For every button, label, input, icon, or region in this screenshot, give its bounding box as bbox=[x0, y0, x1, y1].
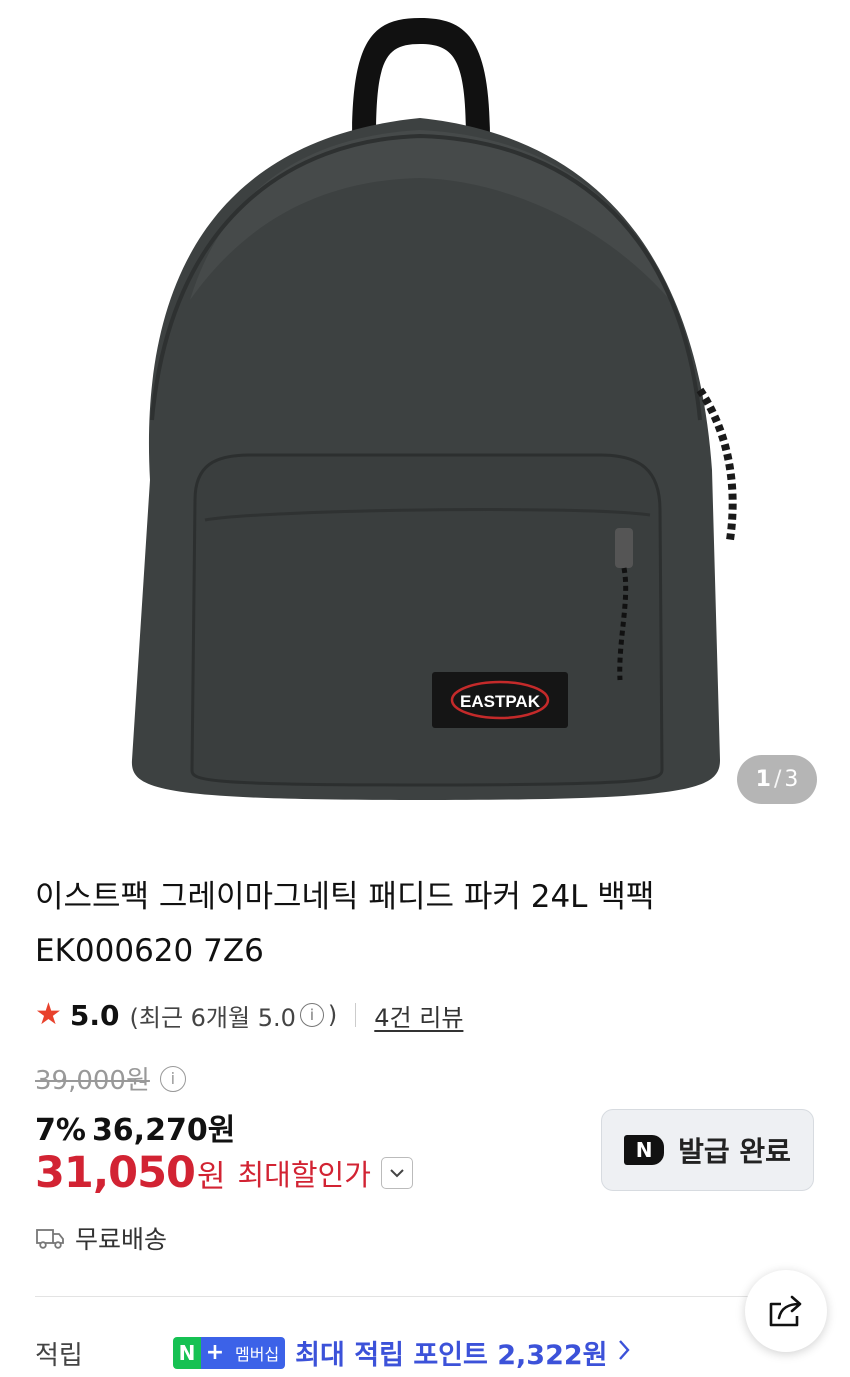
pager-total: 3 bbox=[784, 767, 799, 792]
points-label: 적립 bbox=[35, 1341, 83, 1371]
info-icon[interactable]: i bbox=[299, 1003, 324, 1027]
rating-row: ★ 5.0 (최근 6개월 5.0 i ) 4건 리뷰 bbox=[35, 995, 463, 1035]
sale-price-row: 7% 36,270원 bbox=[35, 1105, 235, 1149]
points-link[interactable]: N + 멤버십 최대 적립 포인트 2,322원 bbox=[173, 1333, 630, 1372]
recent-rating-prefix: (최근 6개월 5.0 bbox=[129, 1003, 296, 1032]
star-icon: ★ bbox=[35, 997, 62, 1032]
truck-icon bbox=[36, 1229, 64, 1249]
npay-membership-badge: N + 멤버십 bbox=[173, 1336, 286, 1369]
shipping-label: 무료배송 bbox=[75, 1225, 168, 1254]
share-icon bbox=[769, 1295, 802, 1327]
logo-text: EASTPAK bbox=[460, 692, 541, 711]
recent-rating-suffix: ) bbox=[327, 1001, 338, 1029]
discount-percent: 7% bbox=[35, 1113, 86, 1148]
original-price-row: 39,000원 i bbox=[35, 1060, 186, 1097]
product-title-line2: EK000620 7Z6 bbox=[35, 933, 264, 969]
max-discount-price: 31,050 bbox=[35, 1148, 196, 1198]
review-count-link[interactable]: 4건 리뷰 bbox=[374, 998, 463, 1033]
divider bbox=[355, 1003, 357, 1027]
original-price: 39,000원 bbox=[35, 1066, 150, 1096]
sale-price: 36,270원 bbox=[91, 1113, 236, 1148]
max-discount-price-row: 31,050 원 최대할인가 bbox=[35, 1148, 413, 1198]
image-pager: 1 / 3 bbox=[737, 755, 817, 804]
backpack-image: EASTPAK bbox=[131, 18, 737, 800]
chevron-down-icon[interactable] bbox=[380, 1157, 413, 1189]
badge-n: N bbox=[173, 1336, 201, 1369]
rating-score: 5.0 bbox=[69, 998, 120, 1032]
coupon-label: 발급 완료 bbox=[678, 1135, 791, 1168]
shipping-row: 무료배송 bbox=[35, 1220, 167, 1256]
badge-membership: 멤버십 bbox=[229, 1336, 286, 1369]
max-price-unit: 원 bbox=[196, 1158, 226, 1195]
product-title-line1: 이스트팩 그레이마그네틱 패디드 파커 24L 백팩 bbox=[35, 879, 655, 915]
section-divider bbox=[35, 1296, 815, 1297]
points-text: 최대 적립 포인트 2,322원 bbox=[295, 1340, 608, 1371]
pager-separator: / bbox=[773, 767, 782, 792]
max-discount-label: 최대할인가 bbox=[237, 1158, 371, 1192]
naver-n-icon: N bbox=[624, 1135, 665, 1165]
pager-current: 1 bbox=[755, 767, 771, 792]
coupon-issued-button[interactable]: N 발급 완료 bbox=[601, 1109, 814, 1191]
product-title: 이스트팩 그레이마그네틱 패디드 파커 24L 백팩 EK000620 7Z6 bbox=[35, 870, 735, 978]
share-button[interactable] bbox=[745, 1270, 827, 1352]
badge-plus: + bbox=[201, 1336, 229, 1369]
chevron-right-icon bbox=[618, 1339, 630, 1367]
product-image-gallery[interactable]: EASTPAK 1 / 3 bbox=[0, 0, 850, 830]
price-info-icon[interactable]: i bbox=[159, 1065, 186, 1092]
